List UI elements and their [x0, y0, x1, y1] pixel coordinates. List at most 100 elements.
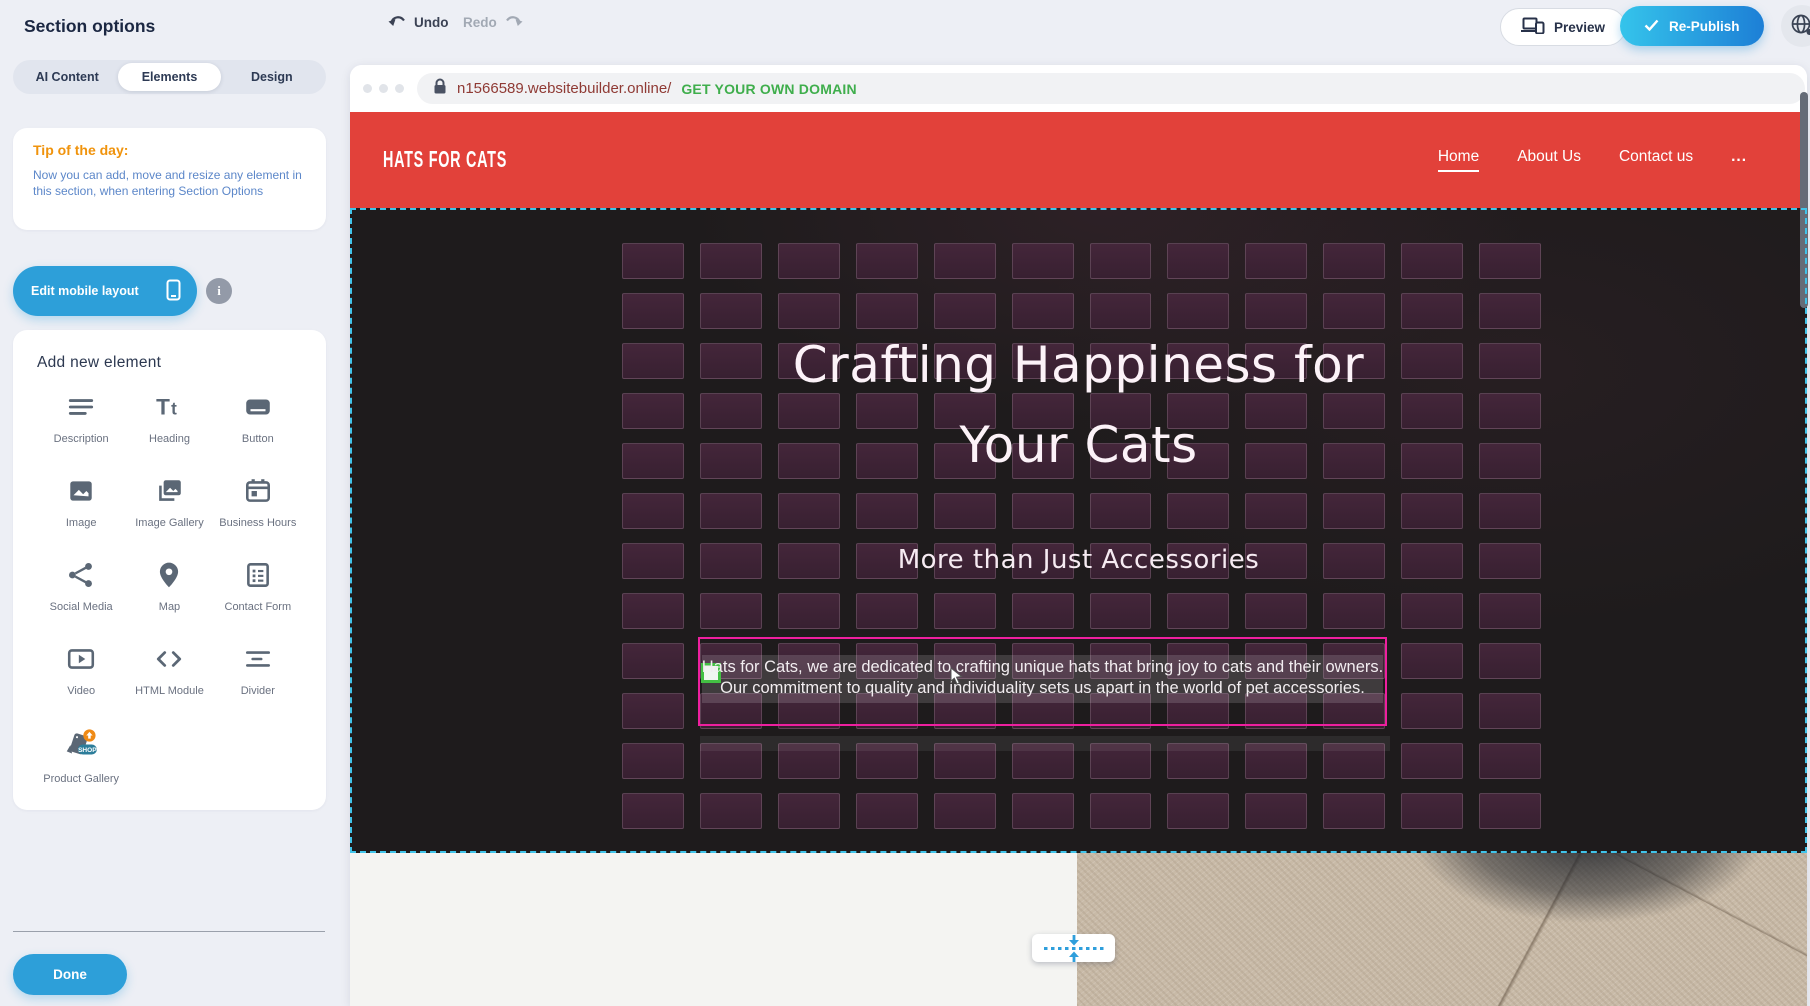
- palette-item-image-gallery[interactable]: Image Gallery: [125, 476, 213, 546]
- hero-tile: [934, 293, 996, 329]
- palette-item-contact-form[interactable]: Contact Form: [214, 560, 302, 630]
- video-icon: [66, 644, 96, 679]
- hero-tile: [1167, 593, 1229, 629]
- hero-tile: [1401, 793, 1463, 829]
- next-section-empty-half: [350, 853, 1077, 1006]
- get-domain-link[interactable]: GET YOUR OWN DOMAIN: [681, 81, 856, 97]
- svg-text:t: t: [172, 399, 178, 419]
- app-root: Undo Redo Preview Re-Publish Section opt…: [0, 0, 1810, 1006]
- palette-item-social-media[interactable]: Social Media: [37, 560, 125, 630]
- preview-button[interactable]: Preview: [1500, 8, 1626, 46]
- hero-tile: [1479, 643, 1541, 679]
- palette-item-product-gallery[interactable]: SHOPProduct Gallery: [37, 728, 125, 798]
- edit-mobile-label: Edit mobile layout: [31, 284, 139, 298]
- hero-section-selected[interactable]: Crafting Happiness forYour Cats More tha…: [350, 208, 1807, 853]
- nav-item-home[interactable]: Home: [1438, 148, 1479, 172]
- preview-label: Preview: [1554, 20, 1605, 35]
- hero-tile: [1167, 793, 1229, 829]
- nav-item-about-us[interactable]: About Us: [1517, 148, 1581, 172]
- tab-design[interactable]: Design: [221, 63, 323, 91]
- section-height-resize-handle[interactable]: [1032, 934, 1115, 962]
- tab-elements[interactable]: Elements: [118, 63, 220, 91]
- hero-tile: [622, 793, 684, 829]
- palette-item-divider[interactable]: Divider: [214, 644, 302, 714]
- redo-button[interactable]: Redo: [463, 14, 523, 30]
- nav-item-contact-us[interactable]: Contact us: [1619, 148, 1693, 172]
- business-hours-icon: [243, 476, 273, 511]
- palette-item-image[interactable]: Image: [37, 476, 125, 546]
- tip-title: Tip of the day:: [33, 142, 306, 158]
- hero-tile: [1245, 493, 1307, 529]
- hero-tile: [1323, 493, 1385, 529]
- add-element-title: Add new element: [37, 354, 302, 372]
- window-dots-icon: [363, 84, 404, 93]
- hero-tile: [934, 593, 996, 629]
- hero-tile: [1090, 293, 1152, 329]
- hero-tile: [622, 243, 684, 279]
- hero-tile: [1167, 493, 1229, 529]
- hero-tile: [622, 593, 684, 629]
- done-button[interactable]: Done: [13, 954, 127, 995]
- info-icon[interactable]: i: [206, 278, 232, 304]
- hero-tile: [1479, 593, 1541, 629]
- add-element-card: Add new element DescriptionTtHeadingButt…: [13, 330, 326, 810]
- site-logo[interactable]: HATS FOR CATS: [383, 147, 507, 173]
- palette-item-label: Image: [66, 517, 97, 530]
- collapse-arrows-icon: [1039, 935, 1109, 962]
- hero-tile: [778, 493, 840, 529]
- site-url: n1566589.websitebuilder.online/: [457, 80, 671, 97]
- republish-label: Re-Publish: [1669, 19, 1740, 34]
- hero-subheading[interactable]: More than Just Accessories: [350, 545, 1807, 575]
- palette-item-button[interactable]: Button: [214, 392, 302, 462]
- next-section[interactable]: [350, 853, 1807, 1006]
- tip-body: Now you can add, move and resize any ele…: [33, 167, 306, 199]
- selected-text-element[interactable]: Hats for Cats, we are dedicated to craft…: [698, 637, 1387, 726]
- hero-tile: [778, 793, 840, 829]
- hero-heading[interactable]: Crafting Happiness forYour Cats: [350, 325, 1807, 485]
- panel-divider: [13, 931, 325, 932]
- palette-item-html-module[interactable]: HTML Module: [125, 644, 213, 714]
- site-header[interactable]: HATS FOR CATS Home About Us Contact us...: [350, 112, 1807, 208]
- divider-icon: [243, 644, 273, 679]
- palette-item-label: Divider: [241, 685, 275, 698]
- hero-paragraph[interactable]: Hats for Cats, we are dedicated to craft…: [700, 639, 1385, 724]
- html-module-icon: [154, 644, 184, 679]
- tab-ai-content[interactable]: AI Content: [16, 63, 118, 91]
- palette-item-business-hours[interactable]: Business Hours: [214, 476, 302, 546]
- palette-item-map[interactable]: Map: [125, 560, 213, 630]
- hero-tile: [1245, 243, 1307, 279]
- hero-tile: [1245, 593, 1307, 629]
- hero-tile: [700, 493, 762, 529]
- hero-tile: [700, 293, 762, 329]
- hero-tile: [1323, 243, 1385, 279]
- nav-more-button[interactable]: ...: [1731, 148, 1747, 172]
- address-bar[interactable]: n1566589.websitebuilder.online/ GET YOUR…: [417, 73, 1805, 104]
- palette-item-description[interactable]: Description: [37, 392, 125, 462]
- palette-item-label: Heading: [149, 433, 190, 446]
- social-media-icon: [66, 560, 96, 595]
- hero-tile: [622, 493, 684, 529]
- hero-tile: [1012, 593, 1074, 629]
- pavement-photo: [1077, 853, 1807, 1006]
- button-icon: [243, 392, 273, 427]
- palette-item-heading[interactable]: TtHeading: [125, 392, 213, 462]
- language-globe-button[interactable]: [1781, 5, 1810, 47]
- edit-mobile-layout-button[interactable]: Edit mobile layout: [13, 266, 197, 316]
- image-gallery-icon: [154, 476, 184, 511]
- element-drop-zone: [700, 736, 1390, 751]
- hero-tile: [1012, 293, 1074, 329]
- devices-icon: [1521, 17, 1545, 37]
- hero-tile: [1090, 243, 1152, 279]
- hero-tile: [1090, 493, 1152, 529]
- hero-tile: [1245, 293, 1307, 329]
- palette-item-label: Contact Form: [225, 601, 292, 614]
- hero-tile: [1323, 793, 1385, 829]
- palette-item-label: HTML Module: [135, 685, 204, 698]
- palette-item-label: Map: [159, 601, 180, 614]
- undo-button[interactable]: Undo: [388, 14, 449, 30]
- palette-item-video[interactable]: Video: [37, 644, 125, 714]
- page-scrollbar[interactable]: [1800, 92, 1808, 308]
- hero-tile: [622, 293, 684, 329]
- palette-item-label: Button: [242, 433, 274, 446]
- republish-button[interactable]: Re-Publish: [1620, 6, 1764, 46]
